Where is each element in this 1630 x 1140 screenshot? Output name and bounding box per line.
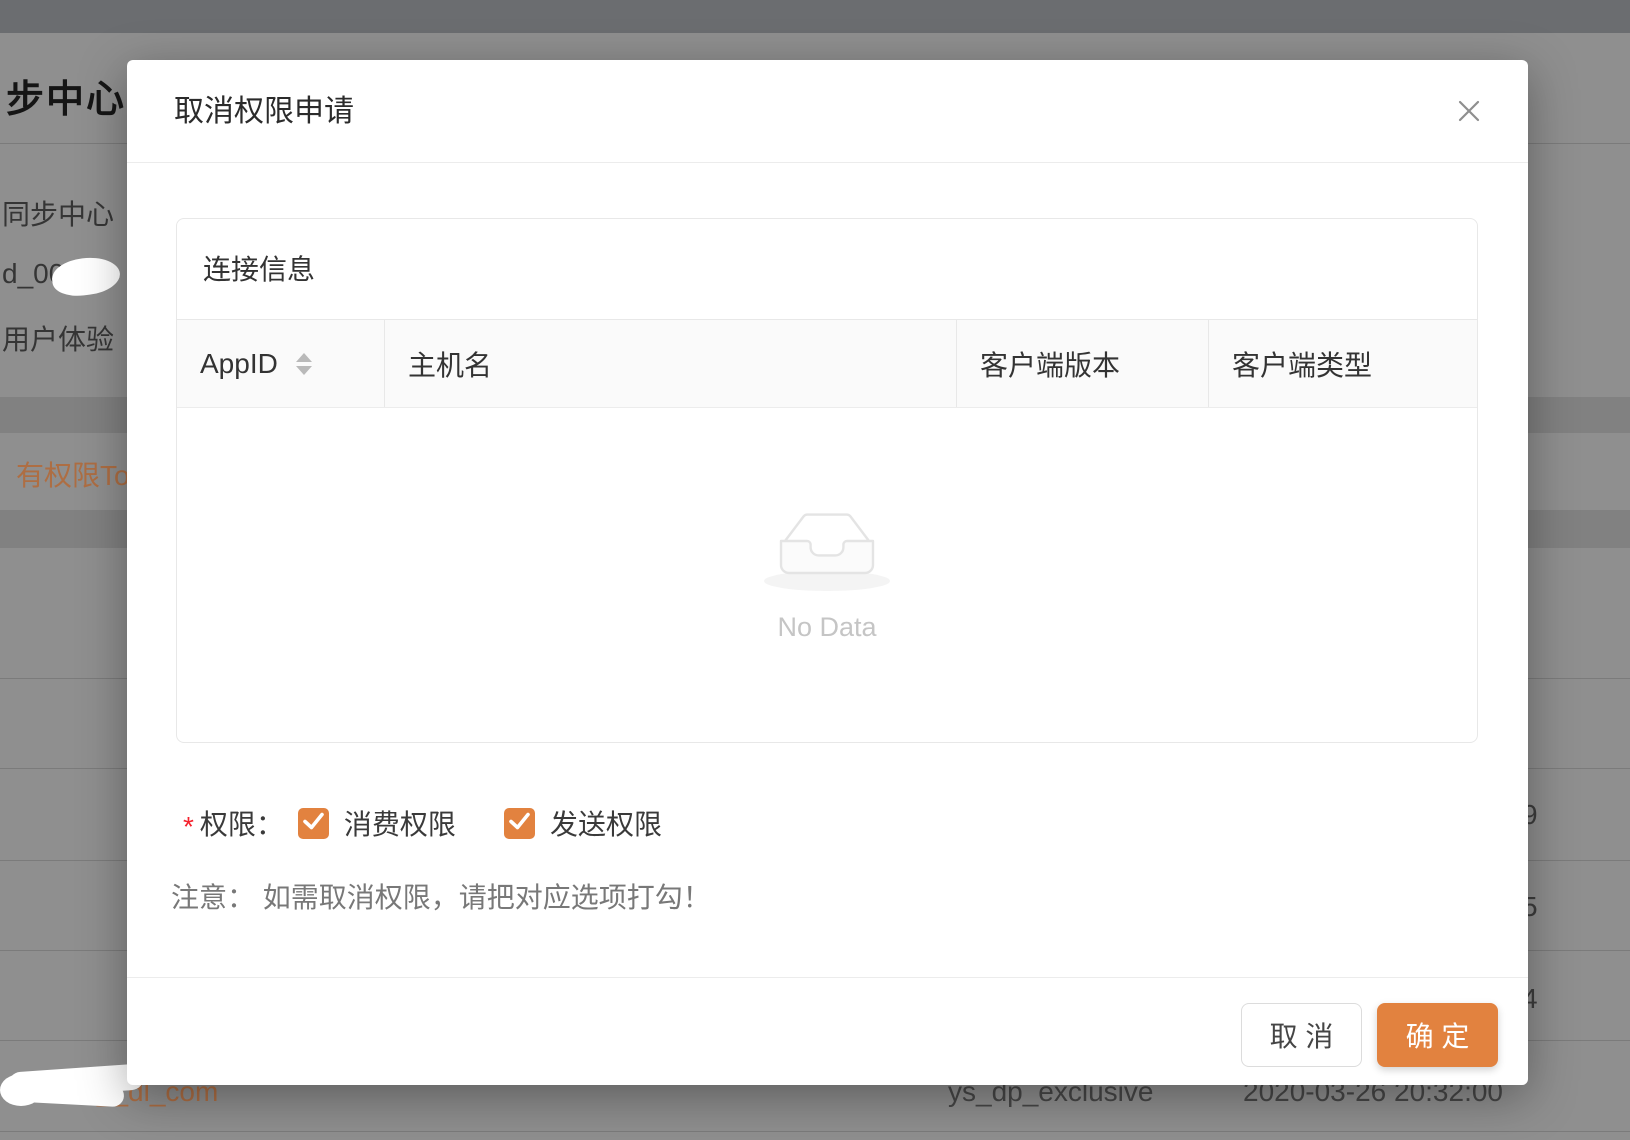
required-asterisk: *: [183, 811, 194, 843]
send-permission-label[interactable]: 发送权限: [550, 803, 662, 843]
background-top-bar: [0, 0, 1630, 33]
consume-permission-label[interactable]: 消费权限: [344, 803, 456, 843]
background-page-title: 步中心: [6, 68, 126, 123]
confirm-button[interactable]: 确 定: [1377, 1003, 1498, 1067]
column-header-label: AppID: [200, 348, 278, 380]
redaction-scribble: [0, 1074, 42, 1106]
column-header-client-type: 客户端类型: [1209, 320, 1477, 407]
table-empty-state: No Data: [177, 408, 1477, 741]
connection-info-card: 连接信息 AppID 主机名 客户端版本 客户端类型: [176, 218, 1478, 743]
permission-field-label: 权限：: [200, 803, 284, 843]
x-icon: [1454, 96, 1484, 129]
column-header-client-version: 客户端版本: [957, 320, 1209, 407]
background-topic-link[interactable]: 有权限Top: [16, 454, 145, 494]
column-header-label: 主机名: [408, 344, 492, 384]
column-header-label: 客户端版本: [980, 344, 1120, 384]
permission-field-row: * 权限： 消费权限 发送权限: [183, 806, 662, 840]
divider: [0, 1131, 1630, 1132]
checkmark-icon: [504, 805, 535, 841]
card-section-title: 连接信息: [177, 219, 1477, 320]
close-button[interactable]: [1452, 95, 1486, 129]
card-section-header: 连接信息: [177, 219, 1477, 320]
cancel-button[interactable]: 取 消: [1241, 1003, 1362, 1067]
column-header-hostname: 主机名: [385, 320, 957, 407]
cancel-permission-dialog: 取消权限申请 连接信息 AppID: [127, 60, 1528, 1085]
screen: 步中心 同步中心 d_000 用户体验 有权限Top 9 5 4 me__dl_…: [0, 0, 1630, 1140]
footer-divider: [127, 977, 1528, 978]
no-data-text: No Data: [777, 612, 876, 643]
table-header-row: AppID 主机名 客户端版本 客户端类型: [177, 320, 1477, 408]
consume-permission-checkbox[interactable]: [298, 808, 329, 839]
caret-up-down-icon[interactable]: [296, 353, 312, 375]
caret-up-icon: [296, 353, 312, 362]
background-form-label: 用户体验: [2, 318, 114, 358]
checkmark-icon: [298, 805, 329, 841]
dialog-title: 取消权限申请: [174, 60, 354, 163]
caret-down-icon: [296, 366, 312, 375]
send-permission-checkbox[interactable]: [504, 808, 535, 839]
column-header-appid[interactable]: AppID: [177, 320, 385, 407]
background-form-label: 同步中心: [2, 193, 114, 233]
note-text: 注意： 如需取消权限，请把对应选项打勾！: [171, 876, 711, 916]
empty-inbox-icon: [757, 507, 897, 598]
dialog-header: 取消权限申请: [127, 60, 1528, 163]
column-header-label: 客户端类型: [1232, 344, 1372, 384]
